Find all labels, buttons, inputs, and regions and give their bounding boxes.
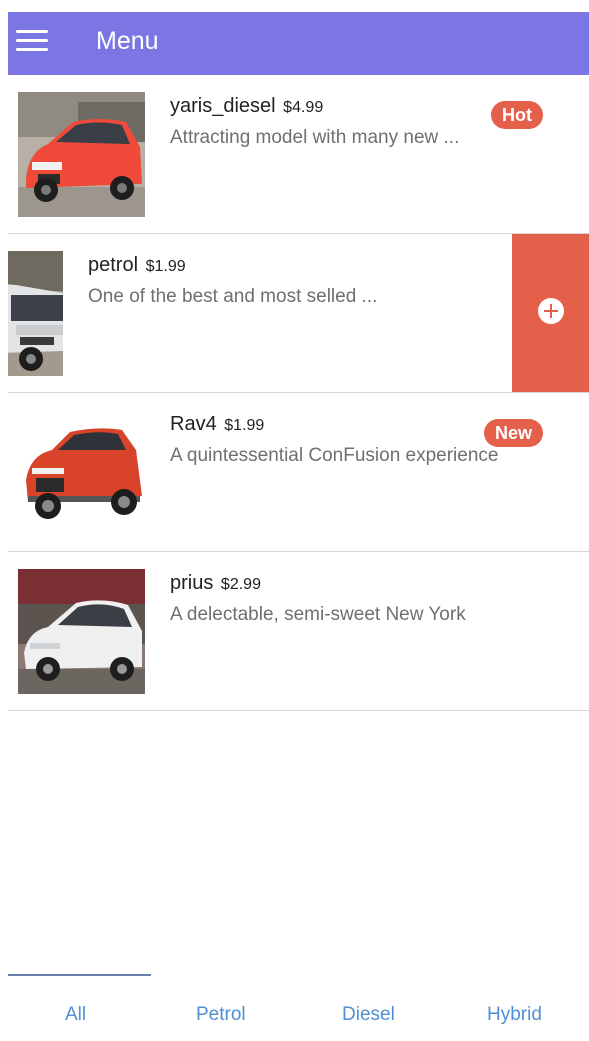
list-item[interactable]: Rav4 $1.99 A quintessential ConFusion ex…: [8, 393, 589, 552]
item-title: yaris_diesel $4.99: [170, 95, 323, 118]
item-name: Rav4: [170, 413, 217, 435]
status-badge: New: [483, 419, 543, 447]
add-favorite-button[interactable]: [512, 234, 589, 392]
item-price: $4.99: [283, 99, 324, 116]
item-title: prius $2.99: [170, 572, 261, 595]
item-price: $1.99: [224, 417, 265, 434]
car-thumbnail: [18, 410, 145, 535]
tab-diesel[interactable]: Diesel: [342, 1004, 395, 1026]
header-bar: Menu: [8, 12, 589, 75]
car-thumbnail: [18, 92, 145, 217]
item-name: yaris_diesel: [170, 95, 276, 117]
tab-all[interactable]: All: [65, 1004, 86, 1026]
item-title: Rav4 $1.99: [170, 413, 264, 436]
tab-petrol[interactable]: Petrol: [196, 1004, 246, 1026]
active-tab-indicator: [8, 974, 151, 976]
list-item-content: prius $2.99 A delectable, semi-sweet New…: [8, 552, 589, 710]
item-description: A delectable, semi-sweet New York: [170, 604, 466, 625]
item-name: petrol: [88, 254, 139, 276]
item-name: prius: [170, 572, 214, 594]
car-image-rav4: [18, 410, 145, 535]
page-title: Menu: [96, 27, 159, 55]
list-item[interactable]: petrol $1.99 One of the best and most se…: [8, 234, 589, 393]
list-item-content: petrol $1.99 One of the best and most se…: [8, 234, 507, 392]
bottom-tab-bar: All Petrol Diesel Hybrid: [8, 972, 589, 1041]
car-image-petrol: [8, 251, 63, 376]
item-price: $2.99: [220, 576, 261, 593]
app-screen: Menu yaris_diesel $4.99 Attracting model…: [8, 12, 589, 1041]
item-description: One of the best and most selled ...: [88, 286, 378, 307]
car-thumbnail: [8, 251, 63, 376]
list-item-content: Rav4 $1.99 A quintessential ConFusion ex…: [8, 393, 589, 551]
status-badge: Hot: [491, 101, 543, 129]
hamburger-icon[interactable]: [16, 26, 50, 56]
add-circle-icon: [538, 298, 564, 324]
list-item-content: yaris_diesel $4.99 Attracting model with…: [8, 75, 589, 233]
list-item[interactable]: yaris_diesel $4.99 Attracting model with…: [8, 75, 589, 234]
car-image-yaris: [18, 92, 145, 217]
list-item[interactable]: prius $2.99 A delectable, semi-sweet New…: [8, 552, 589, 711]
item-description: A quintessential ConFusion experience: [170, 445, 499, 466]
menu-list: yaris_diesel $4.99 Attracting model with…: [8, 75, 589, 711]
car-image-prius: [18, 569, 145, 694]
tab-hybrid[interactable]: Hybrid: [487, 1004, 542, 1026]
item-price: $1.99: [145, 258, 186, 275]
car-thumbnail: [18, 569, 145, 694]
item-description: Attracting model with many new ...: [170, 127, 460, 148]
item-title: petrol $1.99: [88, 254, 186, 277]
